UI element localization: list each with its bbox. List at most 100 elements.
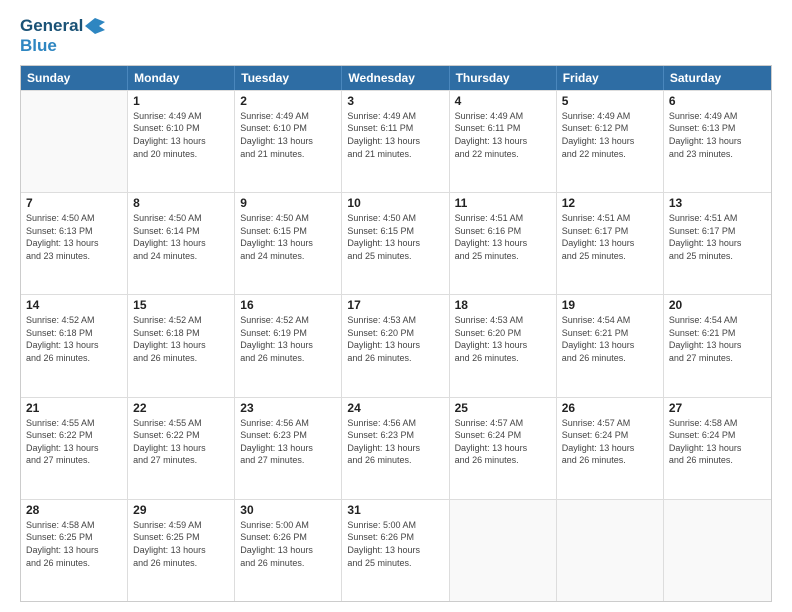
day-number: 29 — [133, 503, 229, 517]
day-detail: Sunrise: 4:58 AM Sunset: 6:25 PM Dayligh… — [26, 519, 122, 569]
logo-container: General Blue — [20, 16, 105, 57]
calendar-cell: 31Sunrise: 5:00 AM Sunset: 6:26 PM Dayli… — [342, 500, 449, 601]
day-detail: Sunrise: 4:55 AM Sunset: 6:22 PM Dayligh… — [133, 417, 229, 467]
day-number: 5 — [562, 94, 658, 108]
day-detail: Sunrise: 4:52 AM Sunset: 6:19 PM Dayligh… — [240, 314, 336, 364]
calendar-cell: 6 Sunrise: 4:49 AM Sunset: 6:13 PM Daylig… — [664, 91, 771, 192]
day-number: 3 — [347, 94, 443, 108]
calendar-cell: 10Sunrise: 4:50 AM Sunset: 6:15 PM Dayli… — [342, 193, 449, 294]
day-detail: Sunrise: 4:57 AM Sunset: 6:24 PM Dayligh… — [455, 417, 551, 467]
logo-general: General — [20, 16, 83, 36]
day-header-saturday: Saturday — [664, 66, 771, 90]
day-header-tuesday: Tuesday — [235, 66, 342, 90]
calendar-cell: 25 Sunrise: 4:57 AM Sunset: 6:24 PM Dayli… — [450, 398, 557, 499]
day-detail: Sunrise: 4:54 AM Sunset: 6:21 PM Dayligh… — [562, 314, 658, 364]
day-number: 24 — [347, 401, 443, 415]
day-header-monday: Monday — [128, 66, 235, 90]
day-number: 16 — [240, 298, 336, 312]
calendar-week-5: 28 Sunrise: 4:58 AM Sunset: 6:25 PM Dayli… — [21, 499, 771, 601]
calendar-cell: 23 Sunrise: 4:56 AM Sunset: 6:23 PM Dayli… — [235, 398, 342, 499]
calendar-cell: 15 Sunrise: 4:52 AM Sunset: 6:18 PM Dayli… — [128, 295, 235, 396]
day-detail: Sunrise: 4:50 AM Sunset: 6:14 PM Dayligh… — [133, 212, 229, 262]
page-container: General Blue SundayMondayTuesdayWednesda… — [0, 0, 792, 612]
day-number: 6 — [669, 94, 766, 108]
calendar: SundayMondayTuesdayWednesdayThursdayFrid… — [20, 65, 772, 602]
day-detail: Sunrise: 4:49 AM Sunset: 6:10 PM Dayligh… — [240, 110, 336, 160]
day-detail: Sunrise: 4:49 AM Sunset: 6:11 PM Dayligh… — [347, 110, 443, 160]
day-number: 28 — [26, 503, 122, 517]
day-number: 13 — [669, 196, 766, 210]
calendar-cell: 4Sunrise: 4:49 AM Sunset: 6:11 PM Daylig… — [450, 91, 557, 192]
calendar-body: 1 Sunrise: 4:49 AM Sunset: 6:10 PM Daylig… — [21, 90, 771, 601]
day-detail: Sunrise: 4:49 AM Sunset: 6:13 PM Dayligh… — [669, 110, 766, 160]
day-number: 12 — [562, 196, 658, 210]
day-detail: Sunrise: 4:59 AM Sunset: 6:25 PM Dayligh… — [133, 519, 229, 569]
calendar-cell: 28 Sunrise: 4:58 AM Sunset: 6:25 PM Dayli… — [21, 500, 128, 601]
calendar-cell: 11 Sunrise: 4:51 AM Sunset: 6:16 PM Dayli… — [450, 193, 557, 294]
day-detail: Sunrise: 4:57 AM Sunset: 6:24 PM Dayligh… — [562, 417, 658, 467]
calendar-cell: 5 Sunrise: 4:49 AM Sunset: 6:12 PM Daylig… — [557, 91, 664, 192]
calendar-week-4: 21 Sunrise: 4:55 AM Sunset: 6:22 PM Dayli… — [21, 397, 771, 499]
calendar-cell: 2 Sunrise: 4:49 AM Sunset: 6:10 PM Daylig… — [235, 91, 342, 192]
calendar-cell: 22Sunrise: 4:55 AM Sunset: 6:22 PM Dayli… — [128, 398, 235, 499]
calendar-week-3: 14 Sunrise: 4:52 AM Sunset: 6:18 PM Dayli… — [21, 294, 771, 396]
day-number: 4 — [455, 94, 551, 108]
day-detail: Sunrise: 4:50 AM Sunset: 6:13 PM Dayligh… — [26, 212, 122, 262]
calendar-cell: 27 Sunrise: 4:58 AM Sunset: 6:24 PM Dayli… — [664, 398, 771, 499]
day-detail: Sunrise: 4:52 AM Sunset: 6:18 PM Dayligh… — [26, 314, 122, 364]
day-header-sunday: Sunday — [21, 66, 128, 90]
day-detail: Sunrise: 4:53 AM Sunset: 6:20 PM Dayligh… — [347, 314, 443, 364]
day-number: 2 — [240, 94, 336, 108]
calendar-cell: 19 Sunrise: 4:54 AM Sunset: 6:21 PM Dayli… — [557, 295, 664, 396]
calendar-cell: 7 Sunrise: 4:50 AM Sunset: 6:13 PM Daylig… — [21, 193, 128, 294]
calendar-cell: 12 Sunrise: 4:51 AM Sunset: 6:17 PM Dayli… — [557, 193, 664, 294]
day-header-thursday: Thursday — [450, 66, 557, 90]
calendar-cell: 18Sunrise: 4:53 AM Sunset: 6:20 PM Dayli… — [450, 295, 557, 396]
calendar-cell: 9Sunrise: 4:50 AM Sunset: 6:15 PM Daylig… — [235, 193, 342, 294]
day-header-friday: Friday — [557, 66, 664, 90]
day-detail: Sunrise: 4:58 AM Sunset: 6:24 PM Dayligh… — [669, 417, 766, 467]
day-detail: Sunrise: 5:00 AM Sunset: 6:26 PM Dayligh… — [347, 519, 443, 569]
day-detail: Sunrise: 4:49 AM Sunset: 6:10 PM Dayligh… — [133, 110, 229, 160]
day-detail: Sunrise: 4:56 AM Sunset: 6:23 PM Dayligh… — [240, 417, 336, 467]
day-number: 14 — [26, 298, 122, 312]
calendar-cell: 21 Sunrise: 4:55 AM Sunset: 6:22 PM Dayli… — [21, 398, 128, 499]
calendar-cell: 26 Sunrise: 4:57 AM Sunset: 6:24 PM Dayli… — [557, 398, 664, 499]
calendar-cell — [557, 500, 664, 601]
logo: General Blue — [20, 16, 105, 57]
calendar-cell — [450, 500, 557, 601]
day-detail: Sunrise: 4:51 AM Sunset: 6:17 PM Dayligh… — [562, 212, 658, 262]
day-number: 1 — [133, 94, 229, 108]
day-number: 21 — [26, 401, 122, 415]
day-number: 27 — [669, 401, 766, 415]
day-detail: Sunrise: 4:55 AM Sunset: 6:22 PM Dayligh… — [26, 417, 122, 467]
day-detail: Sunrise: 4:51 AM Sunset: 6:16 PM Dayligh… — [455, 212, 551, 262]
calendar-week-2: 7 Sunrise: 4:50 AM Sunset: 6:13 PM Daylig… — [21, 192, 771, 294]
day-detail: Sunrise: 4:51 AM Sunset: 6:17 PM Dayligh… — [669, 212, 766, 262]
day-detail: Sunrise: 4:50 AM Sunset: 6:15 PM Dayligh… — [347, 212, 443, 262]
calendar-cell: 14 Sunrise: 4:52 AM Sunset: 6:18 PM Dayli… — [21, 295, 128, 396]
calendar-cell: 17 Sunrise: 4:53 AM Sunset: 6:20 PM Dayli… — [342, 295, 449, 396]
day-number: 15 — [133, 298, 229, 312]
day-number: 7 — [26, 196, 122, 210]
calendar-cell: 20Sunrise: 4:54 AM Sunset: 6:21 PM Dayli… — [664, 295, 771, 396]
day-number: 26 — [562, 401, 658, 415]
calendar-header: SundayMondayTuesdayWednesdayThursdayFrid… — [21, 66, 771, 90]
day-number: 11 — [455, 196, 551, 210]
day-number: 8 — [133, 196, 229, 210]
calendar-cell: 1 Sunrise: 4:49 AM Sunset: 6:10 PM Daylig… — [128, 91, 235, 192]
calendar-cell — [664, 500, 771, 601]
calendar-cell: 16 Sunrise: 4:52 AM Sunset: 6:19 PM Dayli… — [235, 295, 342, 396]
day-number: 17 — [347, 298, 443, 312]
logo-blue: Blue — [20, 36, 105, 56]
day-number: 20 — [669, 298, 766, 312]
calendar-cell — [21, 91, 128, 192]
day-number: 23 — [240, 401, 336, 415]
day-number: 9 — [240, 196, 336, 210]
day-number: 19 — [562, 298, 658, 312]
day-number: 18 — [455, 298, 551, 312]
day-number: 25 — [455, 401, 551, 415]
day-detail: Sunrise: 4:52 AM Sunset: 6:18 PM Dayligh… — [133, 314, 229, 364]
calendar-week-1: 1 Sunrise: 4:49 AM Sunset: 6:10 PM Daylig… — [21, 90, 771, 192]
day-detail: Sunrise: 4:49 AM Sunset: 6:12 PM Dayligh… — [562, 110, 658, 160]
